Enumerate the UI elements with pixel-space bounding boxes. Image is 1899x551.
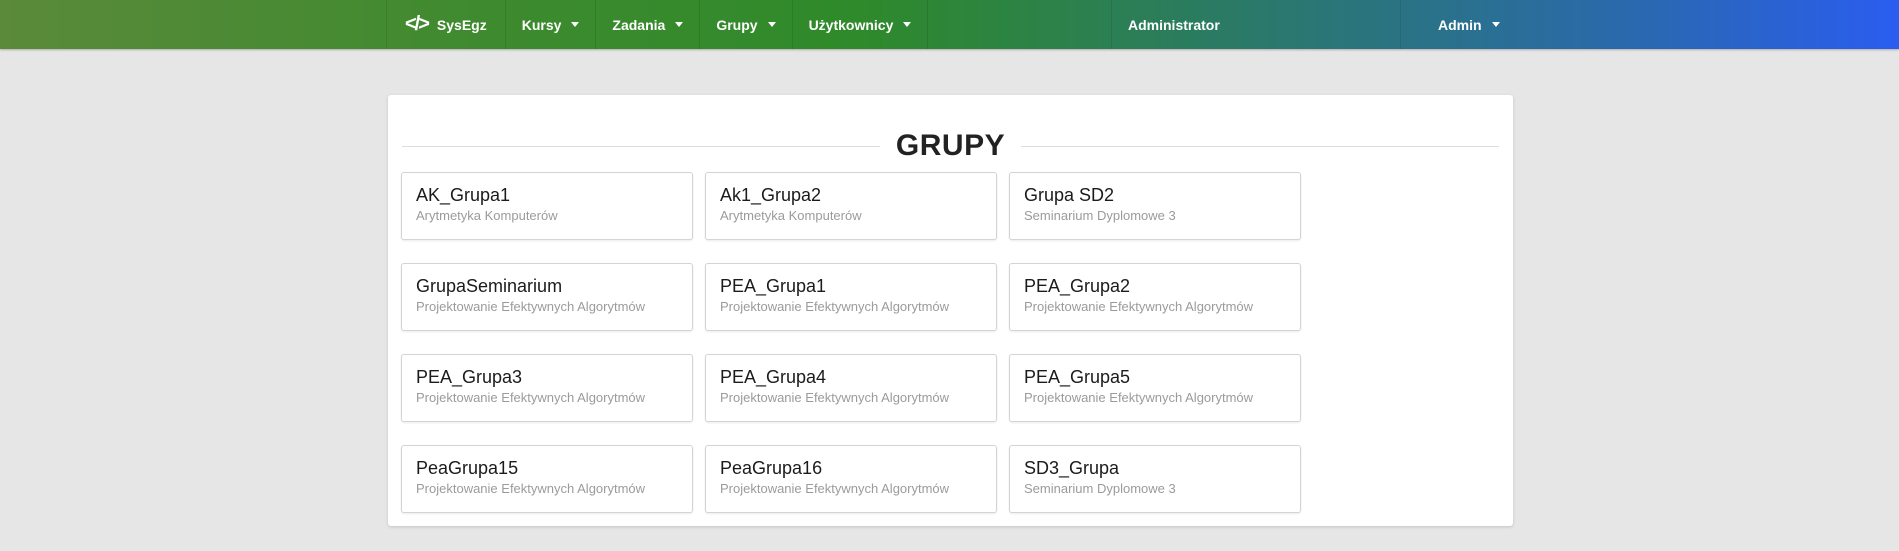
group-course: Projektowanie Efektywnych Algorytmów [1024,299,1254,314]
group-name: GrupaSeminarium [416,276,563,296]
nav-menu-uzytkownicy[interactable]: Użytkownicy [791,0,929,49]
group-name: PeaGrupa15 [416,458,519,478]
group-course: Projektowanie Efektywnych Algorytmów [416,481,646,496]
group-course: Projektowanie Efektywnych Algorytmów [720,481,950,496]
group-course: Arytmetyka Komputerów [720,208,862,223]
group-name: Ak1_Grupa2 [720,185,822,205]
top-navbar: </> SysEgz Kursy Zadania Grupy Użytkowni… [0,0,1899,49]
group-card[interactable]: PEA_Grupa4 Projektowanie Efektywnych Alg… [705,354,997,422]
page-header: GRUPY [402,123,1499,169]
group-name: PEA_Grupa2 [1024,276,1131,296]
caret-down-icon [675,22,684,27]
group-name: PEA_Grupa4 [720,367,827,387]
nav-menu-label: Użytkownicy [808,16,894,33]
group-course: Arytmetyka Komputerów [416,208,558,223]
nav-menu-label: Kursy [521,16,562,33]
divider-right [1021,145,1499,147]
group-course: Projektowanie Efektywnych Algorytmów [720,299,950,314]
group-card[interactable]: PeaGrupa15 Projektowanie Efektywnych Alg… [401,445,693,513]
role-label: Administrator [1111,0,1401,49]
caret-down-icon [571,22,580,27]
group-course: Seminarium Dyplomowe 3 [1024,208,1176,223]
page-title: GRUPY [895,129,1006,162]
group-course: Projektowanie Efektywnych Algorytmów [416,390,646,405]
brand-name: SysEgz [436,16,487,33]
group-name: PEA_Grupa1 [720,276,827,296]
nav-menu-kursy[interactable]: Kursy [504,0,596,49]
group-card[interactable]: AK_Grupa1 Arytmetyka Komputerów [401,172,693,240]
group-card[interactable]: PEA_Grupa3 Projektowanie Efektywnych Alg… [401,354,693,422]
group-name: SD3_Grupa [1024,458,1120,478]
code-icon: </> [405,13,430,35]
caret-down-icon [1491,22,1500,27]
user-menu-label: Admin [1438,16,1482,33]
group-card[interactable]: PEA_Grupa5 Projektowanie Efektywnych Alg… [1009,354,1301,422]
group-course: Projektowanie Efektywnych Algorytmów [720,390,950,405]
group-card[interactable]: GrupaSeminarium Projektowanie Efektywnyc… [401,263,693,331]
group-card[interactable]: SD3_Grupa Seminarium Dyplomowe 3 [1009,445,1301,513]
nav-menu-label: Zadania [612,16,666,33]
group-course: Seminarium Dyplomowe 3 [1024,481,1176,496]
nav-menu-zadania[interactable]: Zadania [595,0,699,49]
nav-menu-label: Grupy [716,16,758,33]
divider-left [402,145,880,147]
groups-panel: GRUPY AK_Grupa1 Arytmetyka Komputerów Ak… [388,95,1513,526]
group-card[interactable]: PEA_Grupa2 Projektowanie Efektywnych Alg… [1009,263,1301,331]
group-name: PEA_Grupa5 [1024,367,1131,387]
group-card[interactable]: PeaGrupa16 Projektowanie Efektywnych Alg… [705,445,997,513]
group-course: Projektowanie Efektywnych Algorytmów [416,299,646,314]
group-course: Projektowanie Efektywnych Algorytmów [1024,390,1254,405]
caret-down-icon [903,22,912,27]
main-nav: </> SysEgz Kursy Zadania Grupy Użytkowni… [386,0,929,49]
nav-menu-grupy[interactable]: Grupy [699,0,791,49]
group-name: PeaGrupa16 [720,458,823,478]
group-card[interactable]: PEA_Grupa1 Projektowanie Efektywnych Alg… [705,263,997,331]
brand-link[interactable]: </> SysEgz [386,0,505,49]
group-card[interactable]: Grupa SD2 Seminarium Dyplomowe 3 [1009,172,1301,240]
group-name: PEA_Grupa3 [416,367,523,387]
user-menu[interactable]: Admin [1422,0,1516,49]
group-name: Grupa SD2 [1024,185,1115,205]
groups-grid: AK_Grupa1 Arytmetyka Komputerów Ak1_Grup… [401,172,1301,513]
group-card[interactable]: Ak1_Grupa2 Arytmetyka Komputerów [705,172,997,240]
group-name: AK_Grupa1 [416,185,511,205]
caret-down-icon [767,22,776,27]
